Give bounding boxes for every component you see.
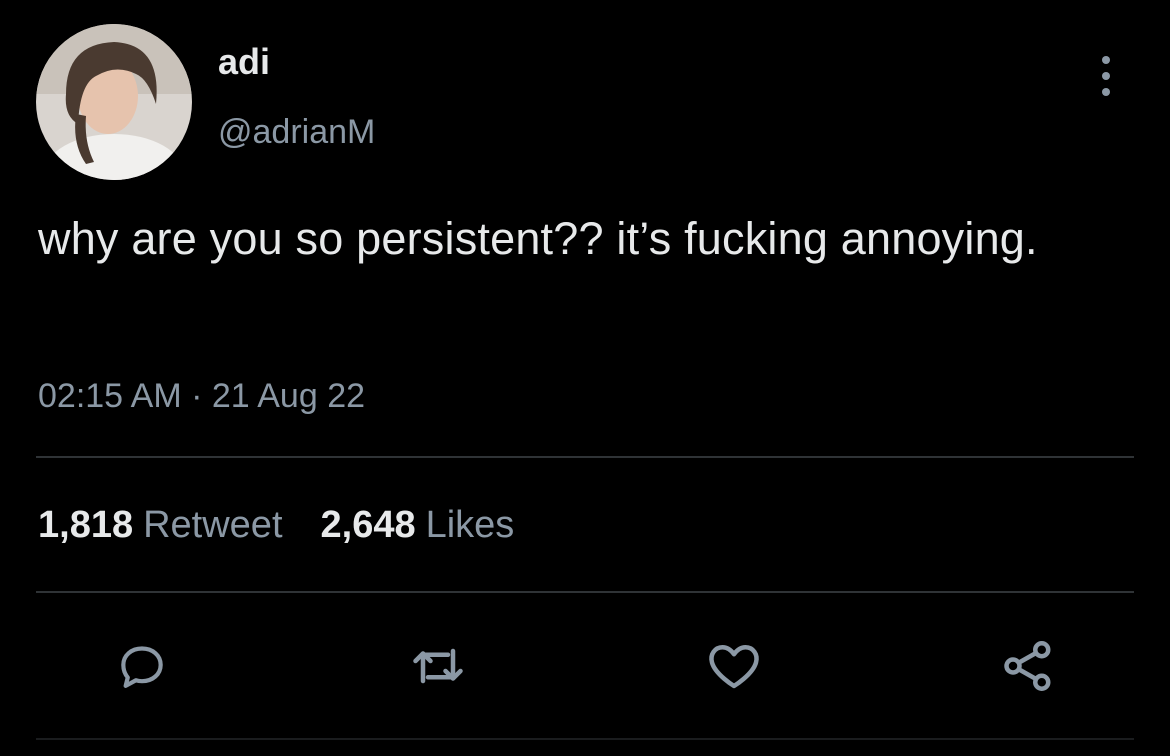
share-button[interactable] — [998, 636, 1058, 696]
retweet-icon — [413, 648, 463, 684]
retweets-count: 1,818 — [38, 504, 134, 546]
retweet-button[interactable] — [408, 636, 468, 696]
like-button[interactable] — [704, 636, 764, 696]
likes-count: 2,648 — [320, 504, 416, 546]
likes-label: Likes — [425, 504, 515, 546]
retweets-label: Retweet — [143, 504, 283, 546]
divider — [36, 591, 1134, 593]
tweet-text: why are you so persistent?? it’s fucking… — [38, 213, 1038, 264]
divider — [36, 738, 1134, 740]
divider — [36, 456, 1134, 458]
more-options-dot — [1102, 88, 1110, 96]
retweets-stat[interactable]: 1,818 Retweet — [38, 500, 283, 550]
avatar-image — [36, 24, 192, 180]
more-options-dot — [1102, 72, 1110, 80]
user-handle[interactable]: @adrianM — [218, 110, 375, 154]
likes-stat[interactable]: 2,648 Likes — [321, 500, 515, 550]
share-icon — [1004, 641, 1051, 691]
avatar[interactable] — [36, 24, 192, 180]
reply-button[interactable] — [112, 636, 172, 696]
display-name[interactable]: adi — [218, 40, 270, 84]
tweet-card: adi @adrianM why are you so persistent??… — [0, 0, 1170, 756]
reply-icon — [121, 646, 163, 688]
more-options-icon — [1102, 56, 1110, 64]
tweet-stats: 1,818 Retweet 2,648 Likes — [38, 500, 514, 550]
more-options-button[interactable] — [1088, 56, 1124, 96]
tweet-actions — [0, 636, 1170, 696]
tweet-timestamp[interactable]: 02:15 AM · 21 Aug 22 — [38, 374, 365, 418]
heart-icon — [709, 645, 759, 689]
